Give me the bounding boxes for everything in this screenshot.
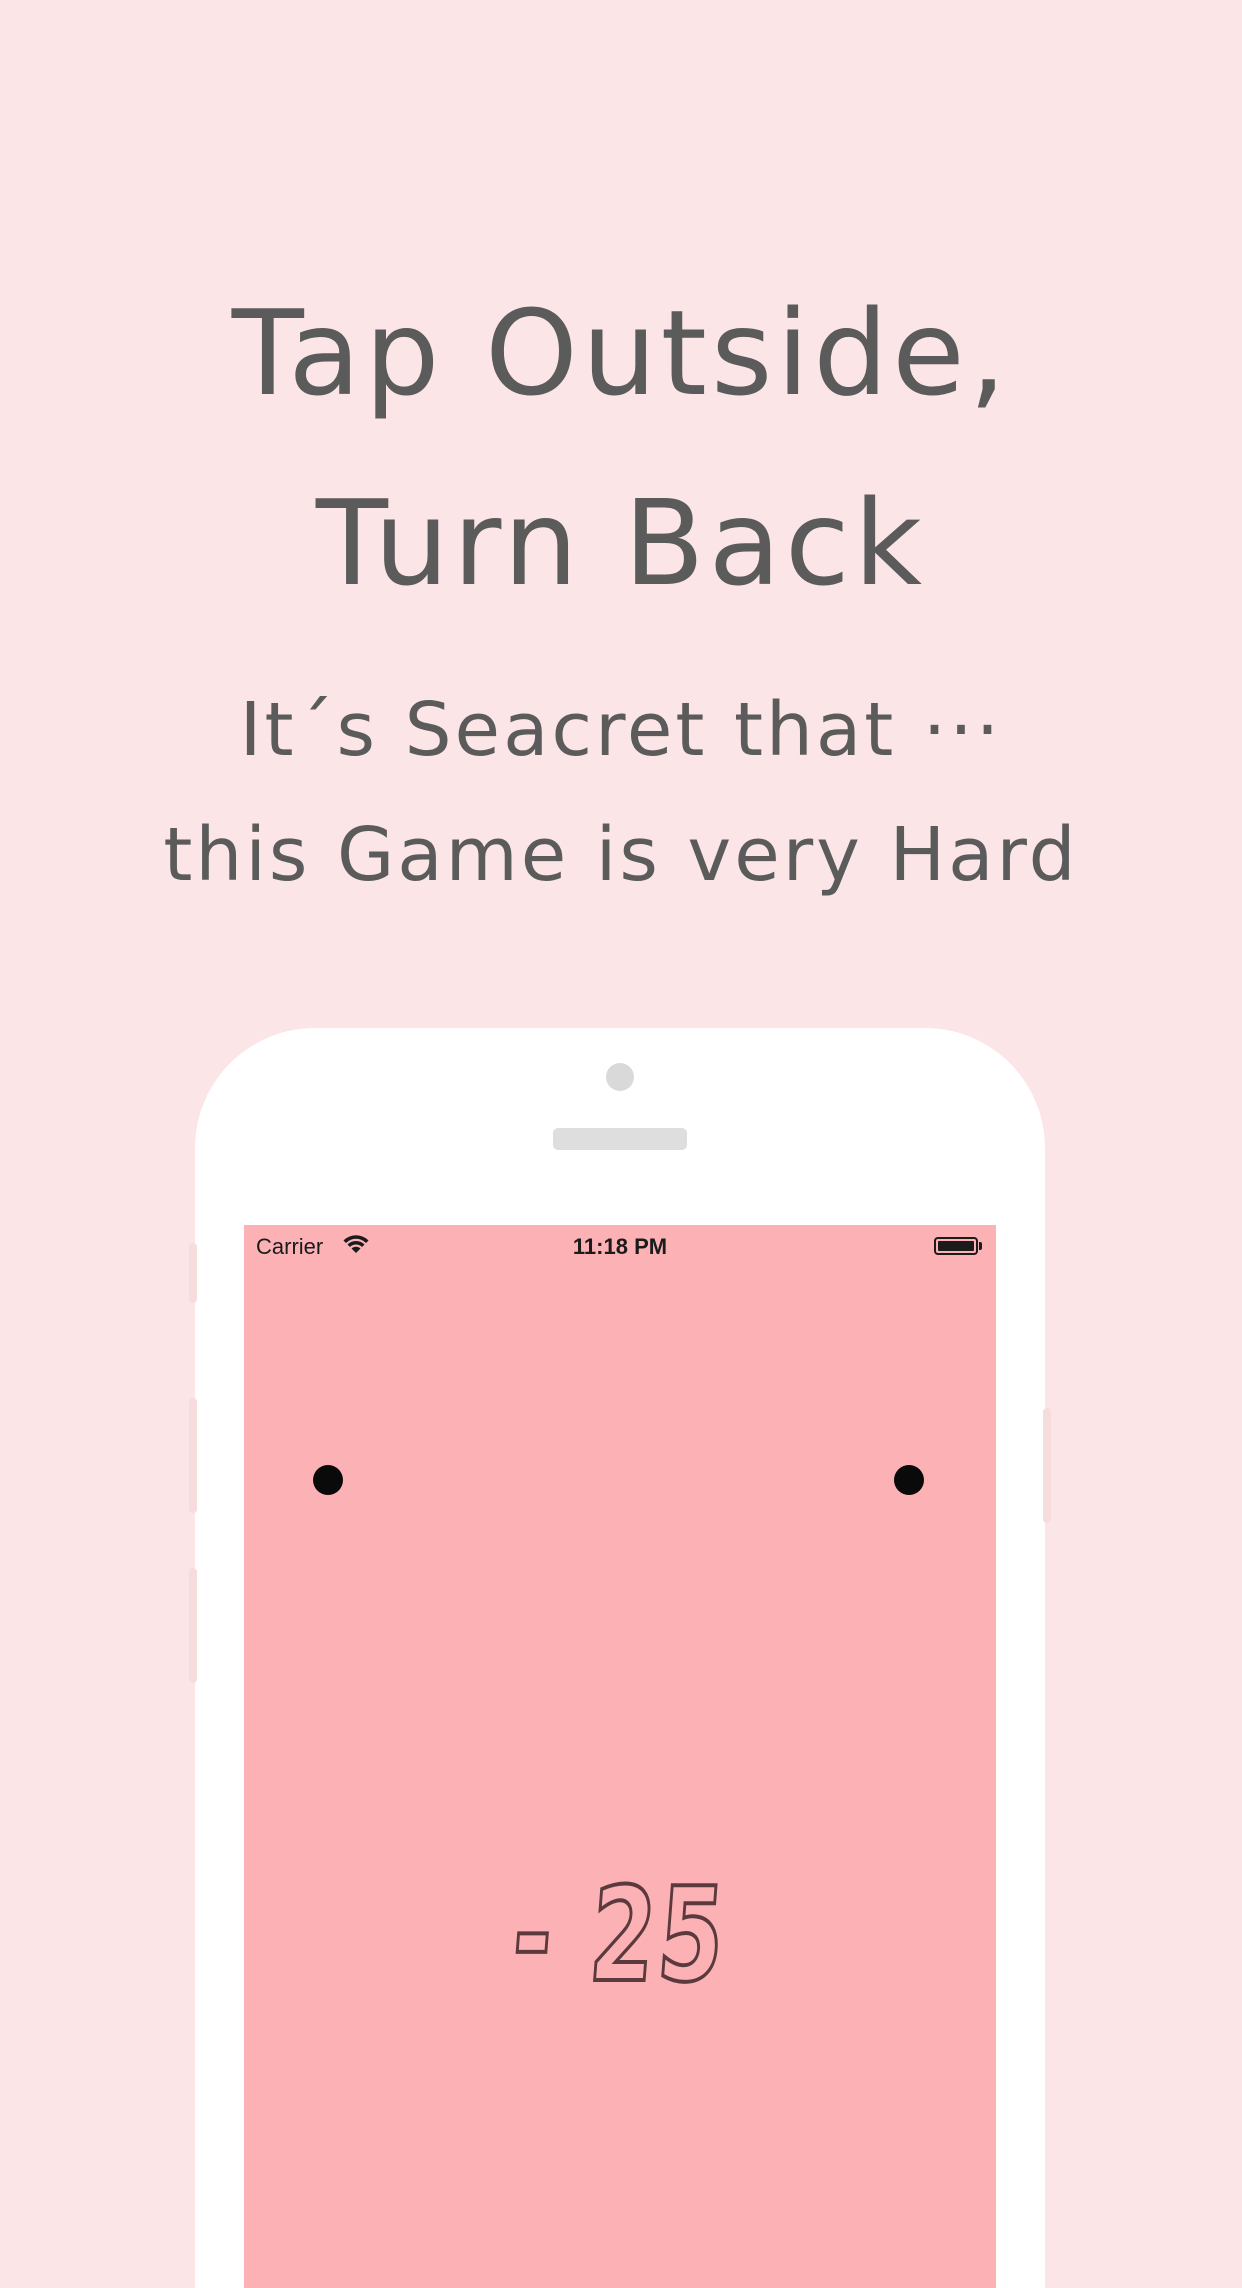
battery-icon xyxy=(934,1237,978,1255)
battery-tip xyxy=(979,1242,982,1250)
headline-subtitle-line-2: this Game is very Hard xyxy=(163,812,1079,898)
right-dot xyxy=(894,1465,924,1495)
game-screen[interactable]: Carrier 11:18 PM - 25 xyxy=(244,1225,996,2288)
headline-title-line-2: Turn Back xyxy=(315,474,927,612)
phone-side-button xyxy=(189,1243,197,1303)
phone-volume-down-button xyxy=(189,1568,197,1683)
battery-level-fill xyxy=(938,1241,974,1251)
headline-title-line-1: Tap Outside, xyxy=(231,284,1011,422)
score-display: - 25 xyxy=(506,1857,734,2012)
status-time: 11:18 PM xyxy=(572,1234,668,1259)
phone-power-button xyxy=(1043,1408,1051,1523)
phone-speaker xyxy=(553,1128,687,1150)
left-dot xyxy=(313,1465,343,1495)
headline-subtitle-line-1: It´s Seacret that ··· xyxy=(239,687,1003,773)
phone-camera xyxy=(606,1063,634,1091)
status-bar: Carrier 11:18 PM xyxy=(244,1225,996,1265)
phone-mockup: Carrier 11:18 PM - 25 xyxy=(189,1028,1051,2288)
phone-volume-up-button xyxy=(189,1398,197,1513)
